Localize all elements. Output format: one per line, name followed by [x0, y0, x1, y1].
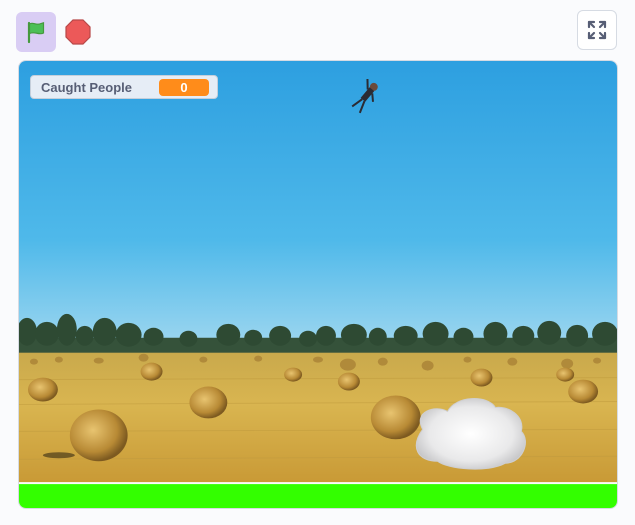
stage[interactable]: Caught People 0: [18, 60, 618, 509]
variable-monitor[interactable]: Caught People 0: [30, 75, 218, 99]
monitor-value: 0: [159, 78, 209, 96]
ground: [19, 484, 617, 508]
cloud-sprite: [415, 398, 526, 470]
stage-backdrop: [19, 61, 617, 508]
fullscreen-icon: [587, 20, 607, 40]
stage-toolbar: [0, 0, 635, 60]
green-flag-button[interactable]: [16, 12, 56, 52]
fullscreen-button[interactable]: [577, 10, 617, 50]
stop-button[interactable]: [62, 16, 94, 48]
green-flag-icon: [27, 21, 45, 44]
stop-sign-icon: [65, 19, 91, 45]
monitor-label: Caught People: [41, 79, 133, 95]
